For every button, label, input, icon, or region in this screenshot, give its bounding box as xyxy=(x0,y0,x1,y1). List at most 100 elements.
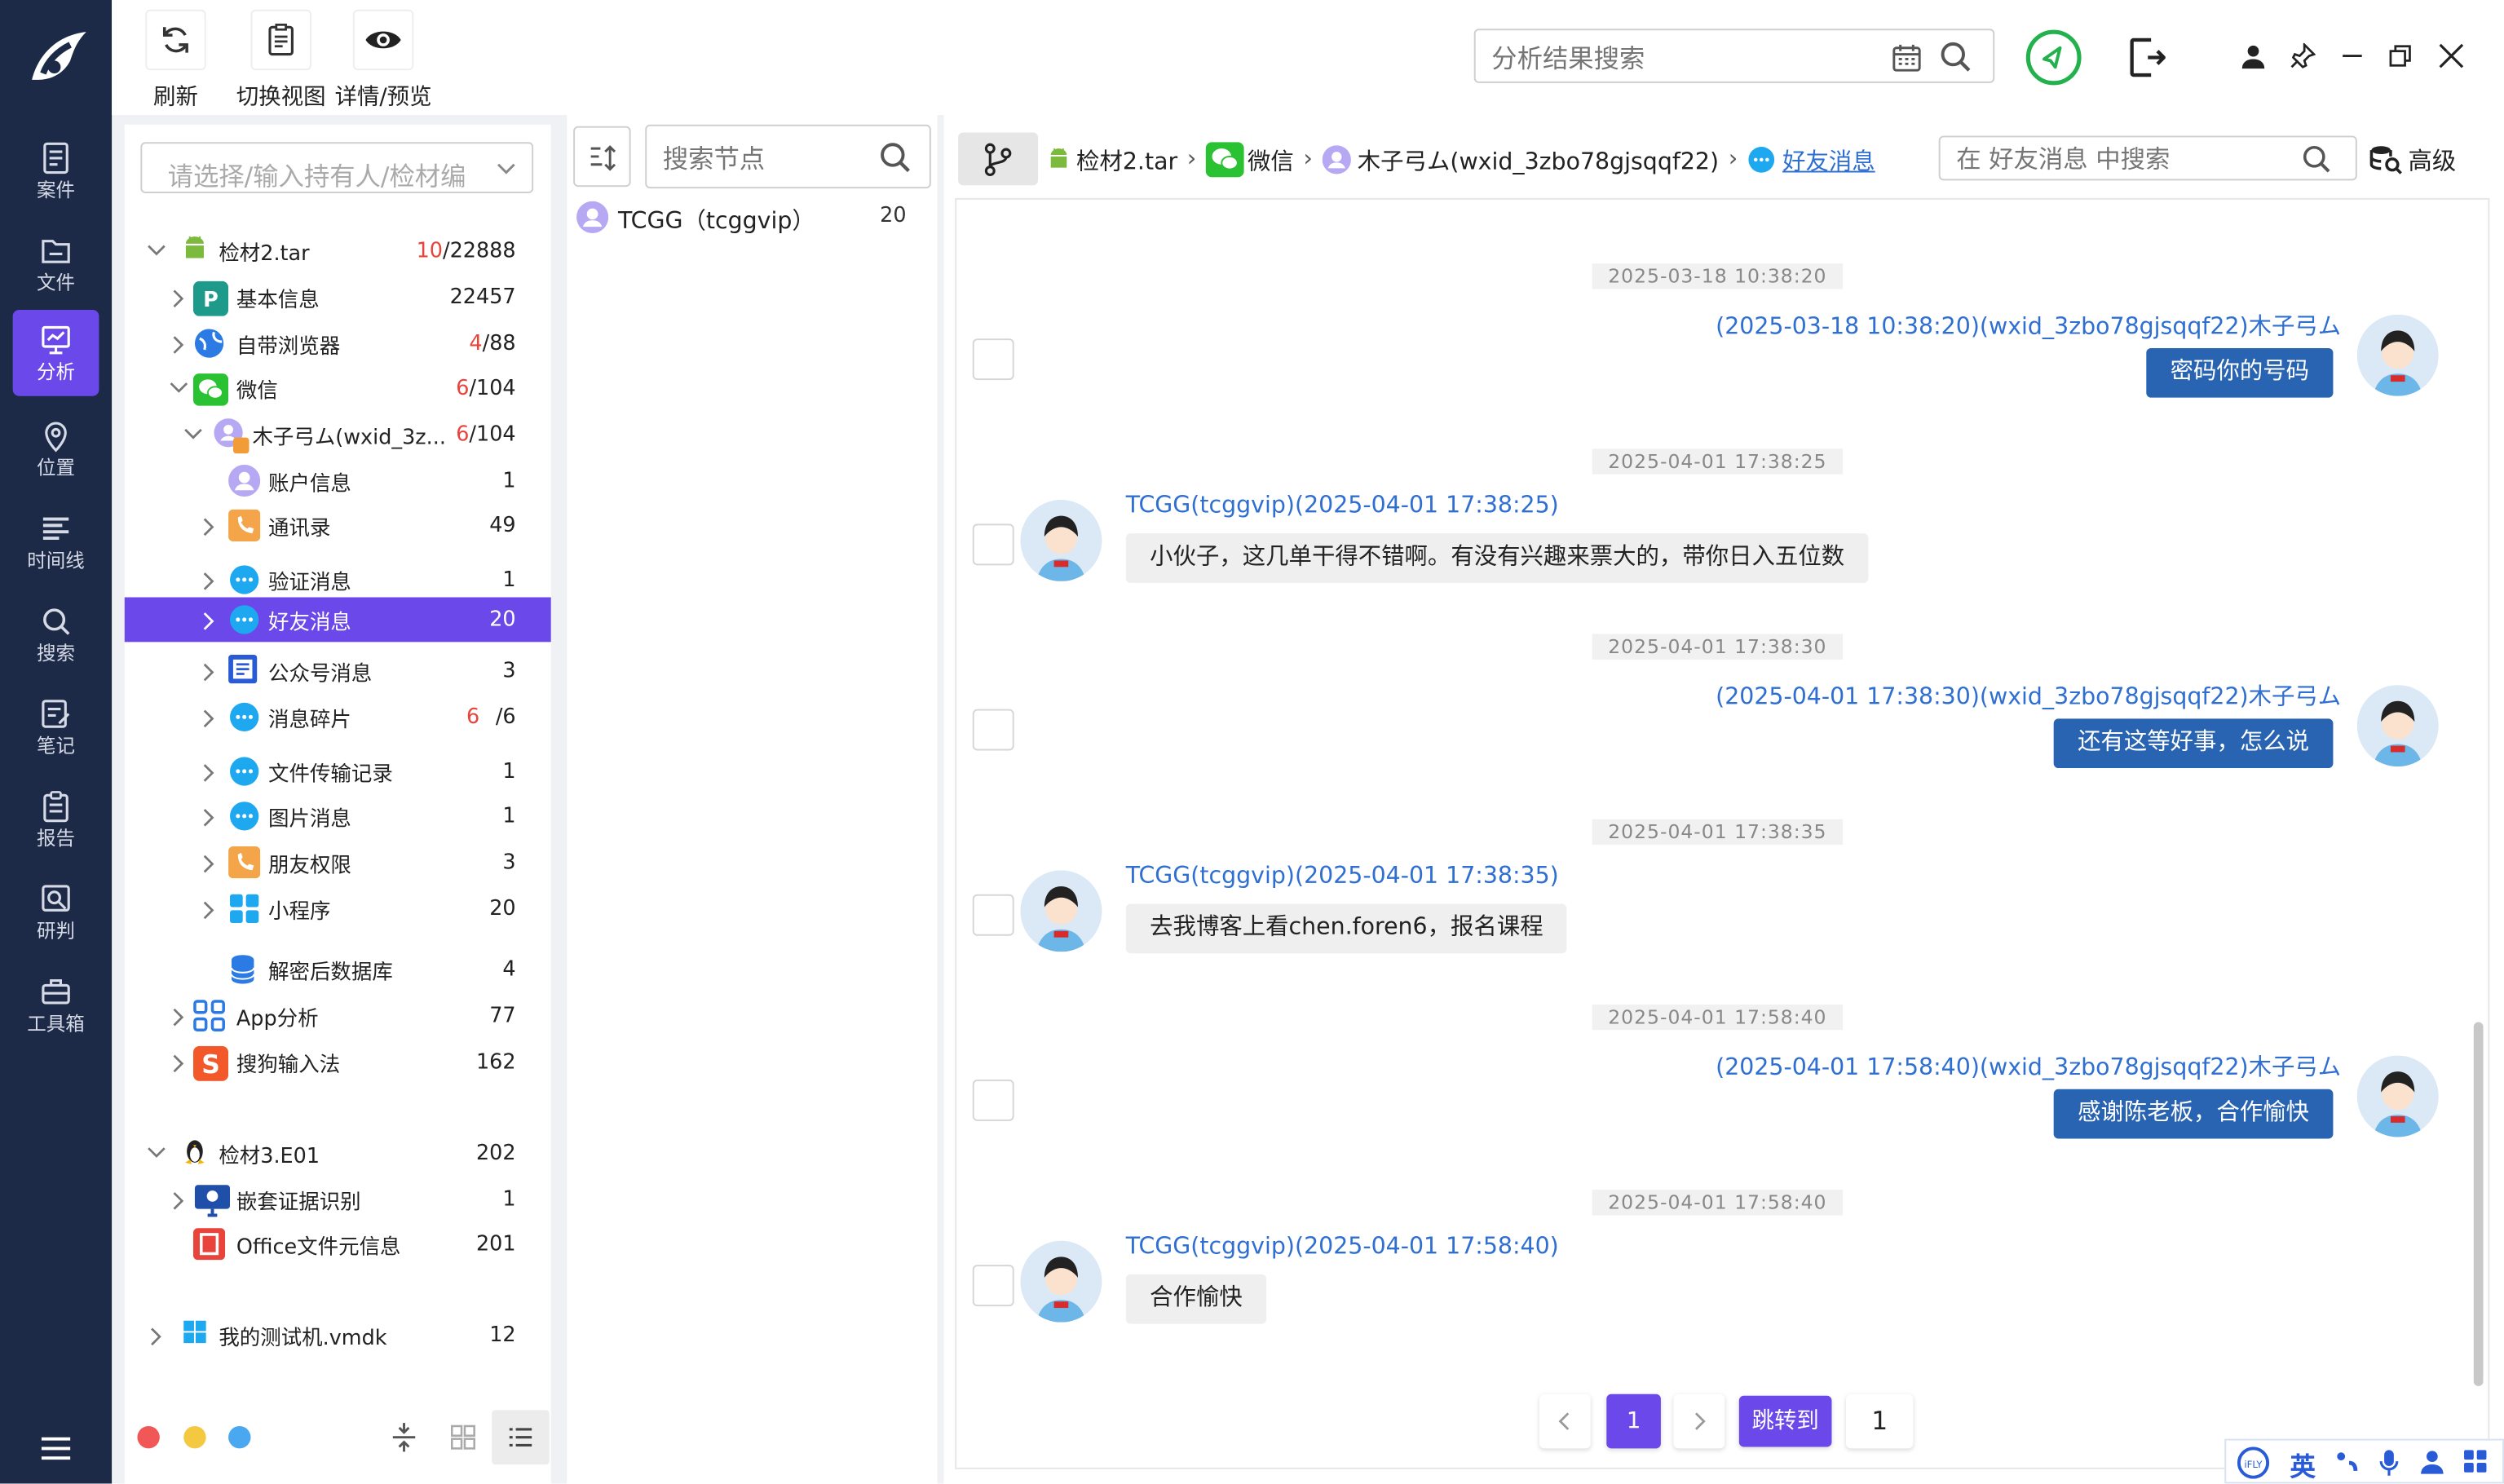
collapse-all-icon[interactable] xyxy=(390,1421,418,1453)
tree-item-sogou-ime[interactable]: S 搜狗输入法 162 xyxy=(125,1040,551,1084)
tree-item-wechat[interactable]: 微信 6/104 xyxy=(125,366,551,411)
tree-root-evidence2[interactable]: 检材2.tar 10/22888 xyxy=(125,228,551,273)
chevron-right-icon[interactable] xyxy=(200,518,216,537)
message-bubble[interactable]: 感谢陈老板，合作愉快 xyxy=(2053,1089,2334,1139)
sort-button[interactable] xyxy=(573,126,631,188)
status-dot-blue[interactable] xyxy=(228,1425,251,1449)
message-list-scrollbar[interactable] xyxy=(2473,1022,2484,1387)
result-search-box[interactable] xyxy=(1473,29,1995,83)
next-page-button[interactable] xyxy=(1673,1393,1725,1449)
detail-preview-button[interactable]: 详情/预览 xyxy=(332,9,434,112)
message-bubble[interactable]: 合作愉快 xyxy=(1125,1274,1267,1324)
chevron-right-icon[interactable] xyxy=(200,808,216,827)
result-search-input[interactable] xyxy=(1491,39,1875,76)
refresh-button[interactable]: 刷新 xyxy=(144,9,207,112)
minimize-icon[interactable] xyxy=(2339,43,2365,68)
breadcrumb-item[interactable]: 微信 xyxy=(1248,143,1294,176)
tree-item-app-analysis[interactable]: App分析 77 xyxy=(125,993,551,1038)
advanced-search-button[interactable]: 高级 xyxy=(2369,135,2480,186)
nav-analysis[interactable]: 分析 xyxy=(12,309,99,396)
nav-judgement[interactable]: 研判 xyxy=(13,868,99,955)
list-view-button[interactable] xyxy=(492,1410,550,1464)
chevron-right-icon[interactable] xyxy=(170,335,186,354)
node-item[interactable]: TCGG（tcggvip） 20 xyxy=(567,195,937,240)
menu-icon[interactable] xyxy=(38,1434,73,1463)
ifly-logo-icon[interactable]: iFLY xyxy=(2236,1446,2271,1479)
pin-icon[interactable] xyxy=(2290,42,2316,68)
jump-page-input[interactable]: 1 xyxy=(1846,1393,1914,1449)
nav-cases[interactable]: 案件 xyxy=(13,128,99,214)
breadcrumb-current[interactable]: 好友消息 xyxy=(1782,143,1875,176)
chevron-down-icon[interactable] xyxy=(147,1145,166,1161)
message-checkbox[interactable] xyxy=(972,1265,1014,1307)
nav-timeline[interactable]: 时间线 xyxy=(13,498,99,585)
tree-item-message-fragments[interactable]: 消息碎片 6/6 xyxy=(125,695,551,740)
message-sender[interactable]: TCGG(tcggvip)(2025-04-01 17:58:40) xyxy=(1126,1234,1559,1260)
tree-item-verify-messages[interactable]: 验证消息 1 xyxy=(125,558,551,603)
search-icon[interactable] xyxy=(1939,40,1974,75)
holder-selector[interactable]: 请选择/输入持有人/检材编 xyxy=(140,142,534,193)
prev-page-button[interactable] xyxy=(1539,1393,1591,1449)
chevron-right-icon[interactable] xyxy=(170,1008,186,1027)
user-icon[interactable] xyxy=(2419,1448,2444,1474)
jump-to-page-button[interactable]: 跳转到 xyxy=(1738,1395,1832,1447)
chevron-down-icon[interactable] xyxy=(147,243,166,259)
status-ok-icon[interactable] xyxy=(2025,29,2082,86)
tree-item-nested-evidence[interactable]: 嵌套证据识别 1 xyxy=(125,1177,551,1221)
tree-item-friend-messages[interactable]: 好友消息 20 xyxy=(124,597,551,643)
chevron-right-icon[interactable] xyxy=(170,289,186,308)
chevron-right-icon[interactable] xyxy=(200,709,216,728)
tree-item-file-transfer[interactable]: 文件传输记录 1 xyxy=(125,749,551,794)
chevron-right-icon[interactable] xyxy=(147,1327,163,1346)
branch-button[interactable] xyxy=(958,132,1039,186)
message-sender[interactable]: TCGG(tcggvip)(2025-04-01 17:38:35) xyxy=(1126,864,1559,890)
chevron-right-icon[interactable] xyxy=(170,1191,186,1210)
chevron-down-icon[interactable] xyxy=(183,426,202,443)
message-sender[interactable]: TCGG(tcggvip)(2025-04-01 17:38:25) xyxy=(1126,493,1559,519)
tree-item-basic-info[interactable]: P 基本信息 22457 xyxy=(125,275,551,320)
nav-notes[interactable]: 笔记 xyxy=(13,683,99,770)
message-checkbox[interactable] xyxy=(972,523,1014,566)
tree-item-image-messages[interactable]: 图片消息 1 xyxy=(125,793,551,838)
breadcrumb-item[interactable]: 检材2.tar xyxy=(1076,143,1177,176)
message-checkbox[interactable] xyxy=(972,894,1014,936)
switch-view-button[interactable]: 切换视图 xyxy=(233,9,329,112)
message-checkbox[interactable] xyxy=(972,338,1014,381)
tree-item-browser[interactable]: 自带浏览器 4/88 xyxy=(125,321,551,366)
tree-item-official-messages[interactable]: 公众号消息 3 xyxy=(125,648,551,693)
chevron-right-icon[interactable] xyxy=(200,572,216,590)
message-bubble[interactable]: 去我博客上看chen.foren6，报名课程 xyxy=(1125,903,1568,954)
status-dot-red[interactable] xyxy=(137,1425,160,1449)
punctuation-icon[interactable] xyxy=(2334,1450,2360,1475)
nav-report[interactable]: 报告 xyxy=(13,776,99,863)
tree-item-contacts[interactable]: 通讯录 49 xyxy=(125,503,551,548)
status-dot-yellow[interactable] xyxy=(183,1425,206,1449)
tree-item-wechat-account[interactable]: 木子弓ム(wxid_3z... 6/104 xyxy=(125,412,551,457)
message-checkbox[interactable] xyxy=(972,709,1014,751)
message-sender[interactable]: (2025-04-01 17:38:30)(wxid_3zbo78gjsqqf2… xyxy=(1716,678,2341,712)
nav-location[interactable]: 位置 xyxy=(13,405,99,492)
nav-search[interactable]: 搜索 xyxy=(13,591,99,678)
chevron-right-icon[interactable] xyxy=(200,612,216,630)
message-checkbox[interactable] xyxy=(972,1079,1014,1121)
grid-view-icon[interactable] xyxy=(448,1423,477,1451)
page-number-current[interactable]: 1 xyxy=(1606,1393,1661,1449)
tree-item-decrypted-db[interactable]: 解密后数据库 4 xyxy=(125,947,551,992)
message-bubble[interactable]: 密码你的号码 xyxy=(2146,347,2334,398)
chevron-right-icon[interactable] xyxy=(200,901,216,920)
breadcrumb-item[interactable]: 木子弓ム(wxid_3zbo78gjsqqf22) xyxy=(1358,143,1719,176)
tree-root-evidence3[interactable]: 检材3.E01 202 xyxy=(125,1131,551,1176)
chevron-right-icon[interactable] xyxy=(170,1054,186,1073)
user-icon[interactable] xyxy=(2241,43,2266,69)
calendar-icon[interactable] xyxy=(1891,42,1923,73)
restore-icon[interactable] xyxy=(2387,43,2413,68)
close-icon[interactable] xyxy=(2437,42,2466,70)
chevron-right-icon[interactable] xyxy=(200,855,216,873)
nav-files[interactable]: 文件 xyxy=(13,220,99,307)
chevron-right-icon[interactable] xyxy=(200,763,216,782)
tree-item-account-info[interactable]: 账户信息 1 xyxy=(125,458,551,503)
ime-language[interactable]: 英 xyxy=(2290,1445,2316,1483)
tree-item-office-metadata[interactable]: Office文件元信息 201 xyxy=(125,1221,551,1266)
message-bubble[interactable]: 小伙子，这几单干得不错啊。有没有兴趣来票大的，带你日入五位数 xyxy=(1125,533,1869,583)
node-search-box[interactable] xyxy=(645,124,931,189)
